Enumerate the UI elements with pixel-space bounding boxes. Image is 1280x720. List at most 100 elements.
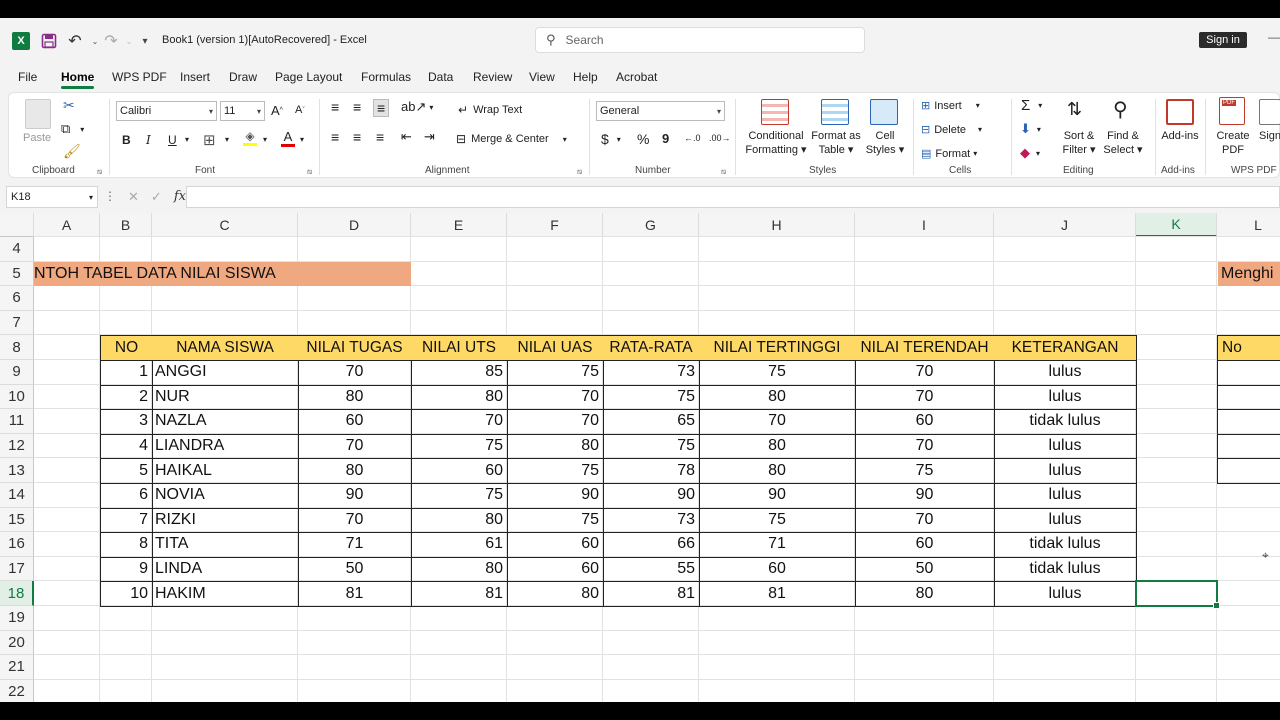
add-ins-icon[interactable] <box>1166 99 1194 125</box>
table-cell[interactable]: lulus <box>994 433 1137 460</box>
table-cell[interactable]: RIZKI <box>152 507 299 534</box>
table-cell[interactable]: 70 <box>699 409 856 435</box>
table-cell[interactable]: 80 <box>855 581 995 607</box>
tab-review[interactable]: Review <box>473 70 512 84</box>
table-cell[interactable]: 71 <box>298 532 412 558</box>
table-cell[interactable]: 50 <box>855 556 995 583</box>
font-launcher-icon[interactable]: ⧅ <box>307 167 312 177</box>
minimize-icon[interactable]: — <box>1268 30 1280 44</box>
row-header-12[interactable]: 12 <box>0 433 34 459</box>
percent-button[interactable]: % <box>637 131 649 147</box>
side-table-cell[interactable] <box>1217 433 1280 460</box>
table-cell[interactable]: 80 <box>411 384 508 411</box>
table-cell[interactable]: 50 <box>298 556 412 583</box>
table-title[interactable]: NTOH TABEL DATA NILAI SISWA <box>34 261 411 287</box>
undo-icon[interactable]: ↶ <box>66 32 84 50</box>
find-select-icon[interactable]: ⚲ <box>1113 97 1128 122</box>
table-cell[interactable]: 75 <box>603 384 700 411</box>
table-cell[interactable]: 81 <box>699 581 856 607</box>
redo-icon[interactable]: ↷ <box>102 32 120 50</box>
underline-button[interactable]: U <box>168 133 177 147</box>
table-cell[interactable]: 61 <box>411 532 508 558</box>
table-header-nilai-uts[interactable]: NILAI UTS <box>411 335 508 361</box>
cell-styles-button[interactable]: Cell Styles ▾ <box>860 129 910 157</box>
table-header-no[interactable]: NO <box>100 335 153 361</box>
tab-acrobat[interactable]: Acrobat <box>616 70 657 84</box>
borders-icon[interactable]: ⊞ <box>203 131 216 149</box>
table-cell[interactable]: LIANDRA <box>152 433 299 460</box>
font-color-icon[interactable]: A <box>281 129 295 147</box>
table-cell[interactable]: ANGGI <box>152 360 299 386</box>
column-header-j[interactable]: J <box>994 213 1136 237</box>
tab-draw[interactable]: Draw <box>229 70 257 84</box>
table-cell[interactable]: 90 <box>855 483 995 509</box>
tab-formulas[interactable]: Formulas <box>361 70 411 84</box>
table-cell[interactable]: 9 <box>100 556 153 583</box>
format-as-table-button[interactable]: Format as Table ▾ <box>809 129 863 157</box>
table-cell[interactable]: 75 <box>411 483 508 509</box>
table-cell[interactable]: 80 <box>411 507 508 534</box>
delete-cells-button[interactable]: ⊟ Delete ▾ <box>921 123 982 137</box>
paste-icon[interactable] <box>25 99 51 129</box>
copy-icon[interactable]: ⧉ ▾ <box>61 121 84 137</box>
row-header-21[interactable]: 21 <box>0 655 34 680</box>
column-header-d[interactable]: D <box>298 213 411 237</box>
table-cell[interactable]: 7 <box>100 507 153 534</box>
formula-input[interactable] <box>186 186 1280 208</box>
row-header-11[interactable]: 11 <box>0 409 34 434</box>
table-cell[interactable]: 1 <box>100 360 153 386</box>
row-header-7[interactable]: 7 <box>0 310 34 336</box>
borders-dropdown-icon[interactable]: ▾ <box>225 135 229 144</box>
table-cell[interactable]: lulus <box>994 384 1137 411</box>
row-header-6[interactable]: 6 <box>0 286 34 311</box>
customize-qat-icon[interactable]: ▾ <box>136 32 154 50</box>
table-cell[interactable]: TITA <box>152 532 299 558</box>
table-cell[interactable]: 85 <box>411 360 508 386</box>
row-header-4[interactable]: 4 <box>0 237 34 262</box>
table-cell[interactable]: 70 <box>855 384 995 411</box>
table-header-nilai-terendah[interactable]: NILAI TERENDAH <box>855 335 995 361</box>
add-ins-button[interactable]: Add-ins <box>1159 129 1201 143</box>
row-header-22[interactable]: 22 <box>0 679 34 702</box>
clear-icon[interactable]: ◆ ▾ <box>1020 145 1040 161</box>
orientation-icon[interactable]: ab↗ ▾ <box>401 99 433 115</box>
row-header-17[interactable]: 17 <box>0 556 34 582</box>
table-cell[interactable]: tidak lulus <box>994 532 1137 558</box>
column-header-h[interactable]: H <box>699 213 855 237</box>
table-cell[interactable]: 75 <box>603 433 700 460</box>
table-cell[interactable]: 8 <box>100 532 153 558</box>
table-cell[interactable]: 80 <box>298 458 412 484</box>
row-header-18[interactable]: 18 <box>0 581 34 606</box>
conditional-formatting-button[interactable]: Conditional Formatting ▾ <box>741 129 811 157</box>
table-cell[interactable]: NUR <box>152 384 299 411</box>
increase-indent-icon[interactable]: ⇥ <box>424 129 435 145</box>
sign-icon[interactable] <box>1259 99 1280 125</box>
column-header-i[interactable]: I <box>855 213 994 237</box>
table-cell[interactable]: HAIKAL <box>152 458 299 484</box>
currency-button[interactable]: $ ▾ <box>601 131 621 147</box>
table-cell[interactable]: 73 <box>603 360 700 386</box>
enter-icon[interactable]: ✓ <box>151 189 162 205</box>
table-cell[interactable]: lulus <box>994 360 1137 386</box>
table-cell[interactable]: 60 <box>699 556 856 583</box>
row-header-16[interactable]: 16 <box>0 532 34 557</box>
table-cell[interactable]: 90 <box>507 483 604 509</box>
table-cell[interactable]: 70 <box>507 409 604 435</box>
row-header-14[interactable]: 14 <box>0 483 34 508</box>
save-icon[interactable] <box>40 32 58 50</box>
row-header-20[interactable]: 20 <box>0 630 34 656</box>
row-header-8[interactable]: 8 <box>0 335 34 360</box>
decrease-font-icon[interactable]: Aˇ <box>295 104 305 116</box>
conditional-formatting-icon[interactable] <box>761 99 789 125</box>
table-header-keterangan[interactable]: KETERANGAN <box>994 335 1137 361</box>
cancel-icon[interactable]: ✕ <box>128 189 139 205</box>
tab-file[interactable]: File <box>18 70 37 84</box>
autosum-icon[interactable]: Σ ▾ <box>1021 97 1042 114</box>
table-cell[interactable]: 60 <box>855 409 995 435</box>
side-table-cell[interactable] <box>1217 458 1280 484</box>
sort-filter-button[interactable]: Sort & Filter ▾ <box>1059 129 1099 157</box>
table-cell[interactable]: 75 <box>507 360 604 386</box>
table-cell[interactable]: 70 <box>298 360 412 386</box>
create-pdf-button[interactable]: Create PDF <box>1213 129 1253 157</box>
table-cell[interactable]: 80 <box>507 581 604 607</box>
